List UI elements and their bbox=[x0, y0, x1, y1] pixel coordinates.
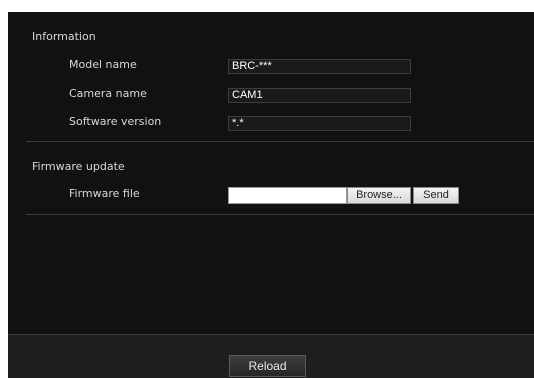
footer-bar: Reload bbox=[8, 334, 534, 378]
camera-name-label: Camera name bbox=[69, 87, 147, 100]
section-divider bbox=[26, 141, 534, 142]
browse-button[interactable]: Browse... bbox=[347, 187, 411, 204]
settings-window: Information Model name BRC-*** Camera na… bbox=[8, 12, 534, 378]
section-divider-bottom bbox=[26, 214, 534, 215]
firmware-file-input[interactable] bbox=[228, 187, 347, 204]
model-name-value: BRC-*** bbox=[228, 59, 411, 74]
software-version-value: *.* bbox=[228, 116, 411, 131]
settings-panel: Information Model name BRC-*** Camera na… bbox=[8, 12, 534, 334]
camera-name-value: CAM1 bbox=[228, 88, 411, 103]
send-button[interactable]: Send bbox=[413, 187, 459, 204]
reload-button[interactable]: Reload bbox=[229, 355, 306, 377]
firmware-update-section-title: Firmware update bbox=[32, 160, 125, 173]
model-name-label: Model name bbox=[69, 58, 137, 71]
software-version-label: Software version bbox=[69, 115, 162, 128]
information-section-title: Information bbox=[32, 30, 96, 43]
firmware-file-label: Firmware file bbox=[69, 187, 140, 200]
